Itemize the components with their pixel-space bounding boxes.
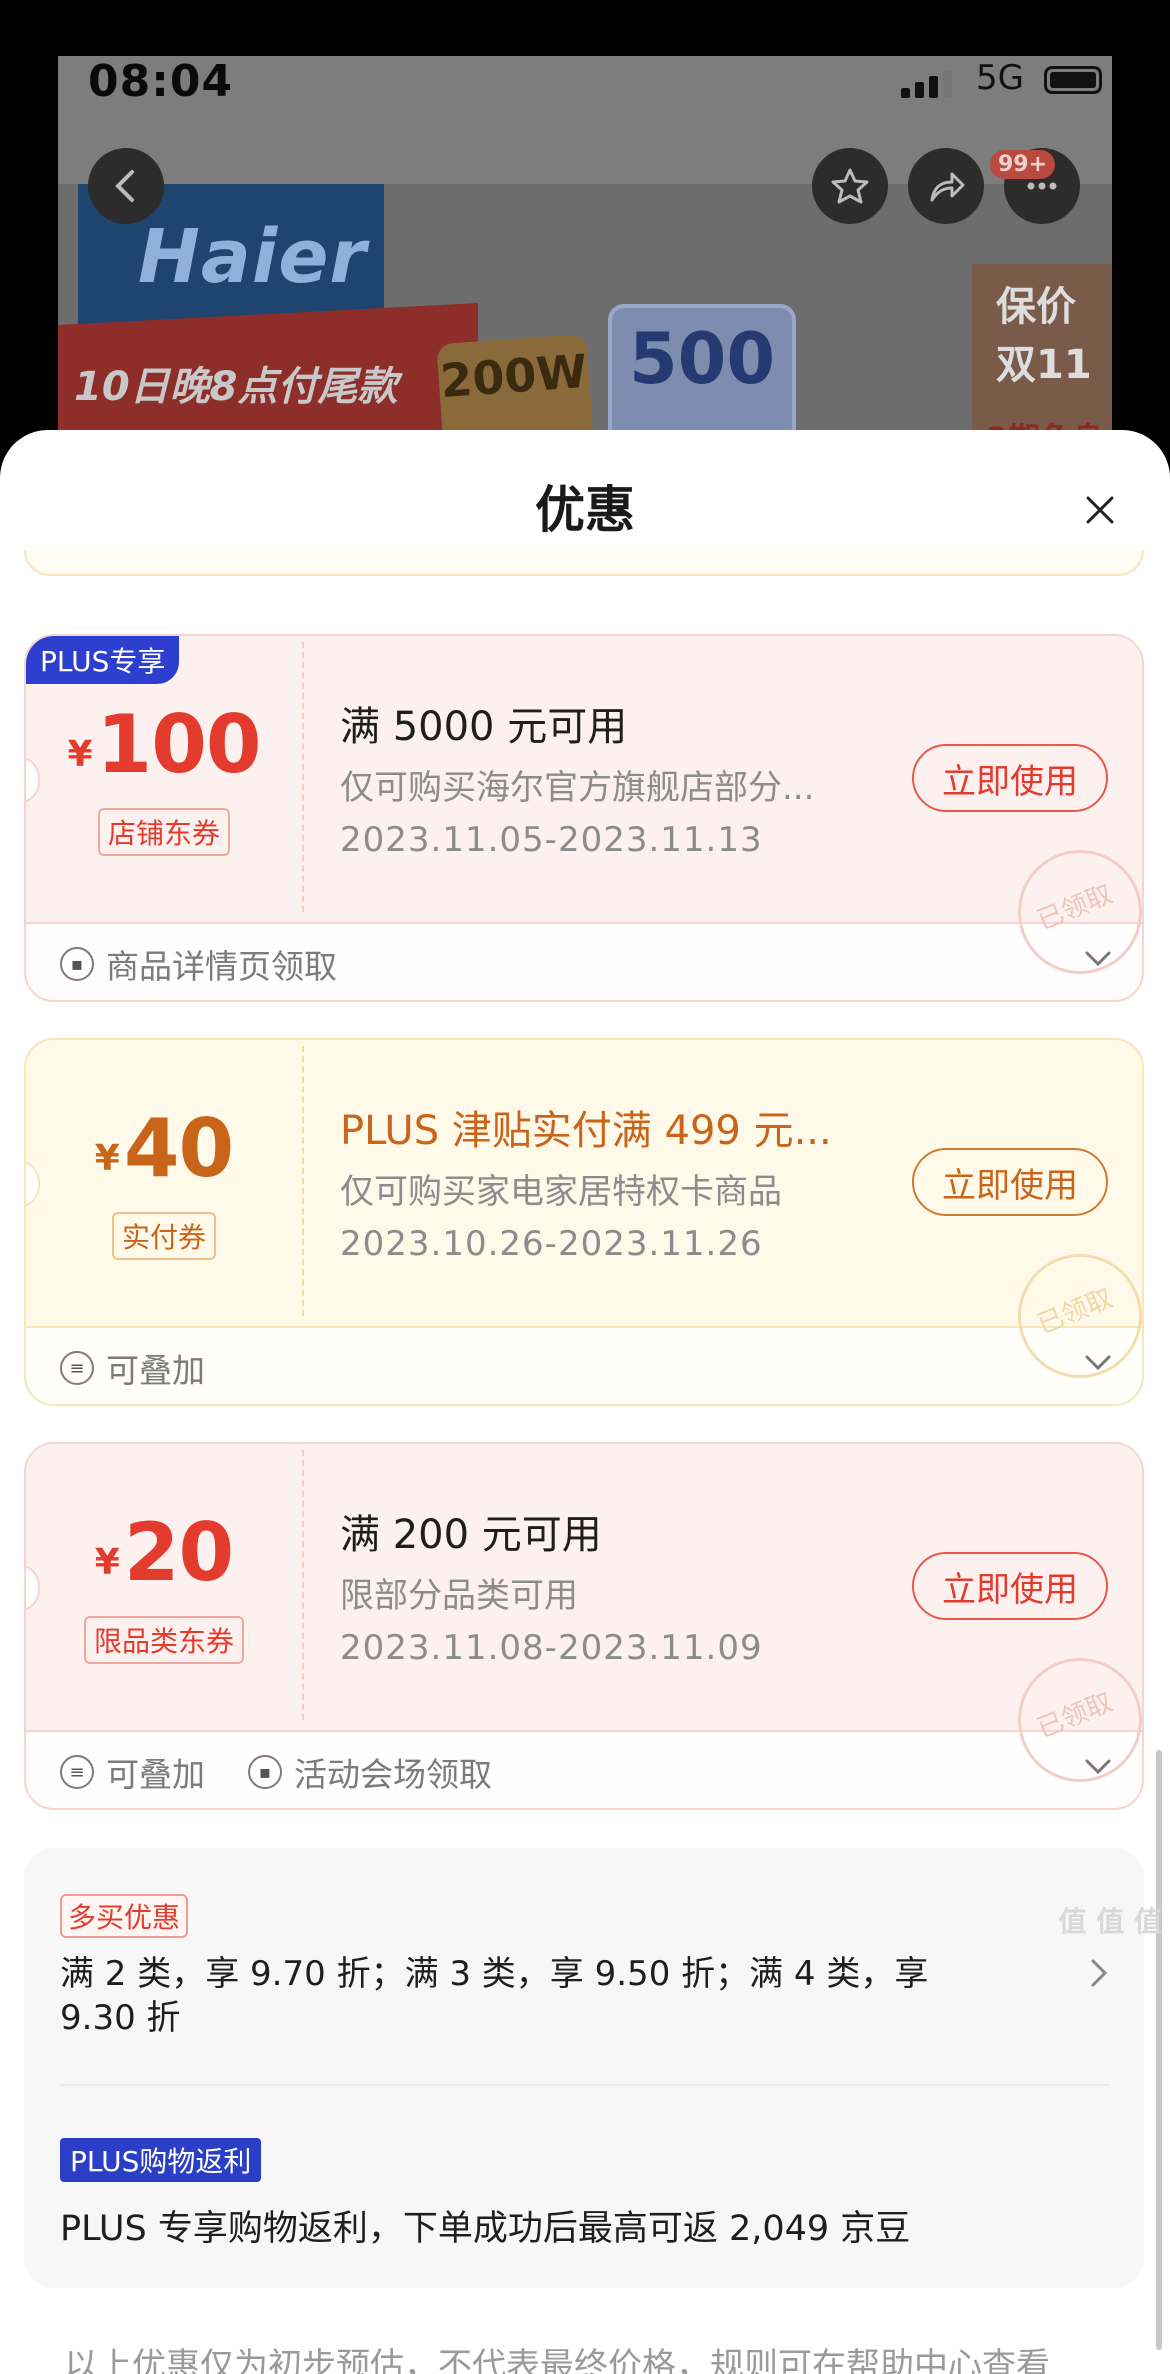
coupon-title: 满 200 元可用	[340, 1512, 602, 1558]
coupon-title: 满 5000 元可用	[340, 704, 628, 750]
plus-rebate-tag: PLUS购物返利	[60, 2138, 262, 2182]
coupon-card: ¥20 限品类东券 满 200 元可用 限部分品类可用 2023.11.08-2…	[24, 1442, 1144, 1810]
previous-coupon-edge	[24, 550, 1144, 576]
promo-text: 10日晚8点付尾款	[74, 364, 398, 410]
use-now-button[interactable]: 立即使用	[912, 1552, 1108, 1620]
coupon-amount: ¥40	[26, 1102, 302, 1195]
multi-buy-tag: 多买优惠	[60, 1894, 189, 1938]
promo-badge-500-label: 500	[628, 318, 776, 400]
promo-right-top: 保价双11	[996, 284, 1092, 388]
plus-exclusive-tag: PLUS专享	[26, 636, 180, 684]
currency-symbol: ¥	[94, 1542, 120, 1583]
coupon-footer[interactable]: ≡ 可叠加	[26, 1326, 1142, 1404]
currency-symbol: ¥	[67, 734, 93, 775]
coupon-footer-label: 可叠加	[106, 1755, 205, 1794]
coupon-value: 100	[96, 698, 262, 791]
use-now-button[interactable]: 立即使用	[912, 1148, 1108, 1216]
coupon-body: ¥100 店铺东券 满 5000 元可用 仅可购买海尔官方旗舰店部分... 20…	[26, 636, 1142, 974]
discount-sheet: 优惠 ¥100 店铺东券 满 5000 元可用 仅可购买海尔官方旗舰店部分...…	[0, 430, 1170, 2374]
chevron-right-icon[interactable]	[1090, 1958, 1108, 1988]
coupon-footer-item: ≡ 可叠加	[60, 1344, 205, 1392]
disclaimer-text: 以上优惠仅为初步预估，不代表最终价格，规则可在帮助中心查看	[64, 2346, 1050, 2374]
brand-logo: Haier	[138, 214, 367, 300]
close-icon[interactable]	[1082, 492, 1118, 528]
coupon-type: 限品类东券	[26, 1616, 302, 1664]
favorite-button[interactable]	[812, 148, 888, 224]
star-icon	[831, 168, 869, 204]
ticket-icon: ▪	[248, 1755, 282, 1789]
use-now-button[interactable]: 立即使用	[912, 744, 1108, 812]
promo-badge-200w-label: 200W	[438, 343, 589, 409]
ticket-icon: ▪	[60, 947, 94, 981]
coupon-type: 实付券	[26, 1212, 302, 1260]
share-icon	[930, 172, 965, 202]
coupon-type: 店铺东券	[26, 808, 302, 856]
network-label: 5G	[976, 58, 1024, 98]
coupon-footer-label: 可叠加	[106, 1351, 205, 1390]
coupon-type-label: 限品类东券	[83, 1616, 244, 1664]
coupon-footer-label: 活动会场领取	[294, 1755, 492, 1794]
status-bar: 08:04 5G	[58, 56, 1112, 126]
scrollbar[interactable]	[1156, 1750, 1162, 2350]
coupon-type-label: 店铺东券	[97, 808, 230, 856]
coupon-footer-item: ▪ 活动会场领取	[248, 1748, 492, 1796]
coupon-body: ¥40 实付券 PLUS 津贴实付满 499 元... 仅可购买家电家居特权卡商…	[26, 1040, 1142, 1378]
coupon-card: ¥40 实付券 PLUS 津贴实付满 499 元... 仅可购买家电家居特权卡商…	[24, 1038, 1144, 1406]
product-page-background: 08:04 5G Haier 10日晚8点付尾款 200W 500 保价双11 …	[58, 56, 1112, 456]
currency-symbol: ¥	[94, 1138, 120, 1179]
stack-icon: ≡	[60, 1755, 94, 1789]
coupon-amount: ¥100	[26, 698, 302, 791]
coupon-card: ¥100 店铺东券 满 5000 元可用 仅可购买海尔官方旗舰店部分... 20…	[24, 634, 1144, 1002]
chevron-down-icon[interactable]	[1084, 1758, 1112, 1776]
coupon-description: 限部分品类可用	[340, 1576, 578, 1616]
coupon-title: PLUS 津贴实付满 499 元...	[340, 1108, 832, 1154]
watermark: 值 值 值	[1058, 1905, 1163, 1938]
coupon-body: ¥20 限品类东券 满 200 元可用 限部分品类可用 2023.11.08-2…	[26, 1444, 1142, 1782]
signal-icon	[901, 70, 952, 98]
notification-badge: 99+	[990, 150, 1056, 179]
multi-buy-text[interactable]: 满 2 类，享 9.70 折；满 3 类，享 9.50 折；满 4 类，享 9.…	[60, 1952, 960, 2040]
coupon-divider	[302, 642, 304, 912]
coupon-divider	[302, 1450, 304, 1720]
coupon-footer-label: 商品详情页领取	[106, 947, 337, 986]
share-button[interactable]	[908, 148, 984, 224]
product-banner: Haier 10日晚8点付尾款 200W 500 保价双11 3期免息	[58, 184, 1112, 456]
coupon-footer[interactable]: ▪ 商品详情页领取	[26, 922, 1142, 1000]
chevron-down-icon[interactable]	[1084, 1354, 1112, 1372]
coupon-date: 2023.11.08-2023.11.09	[340, 1628, 763, 1668]
chevron-down-icon[interactable]	[1084, 950, 1112, 968]
coupon-footer-item: ▪ 商品详情页领取	[60, 940, 337, 988]
chevron-left-icon	[115, 170, 134, 202]
sheet-title: 优惠	[535, 481, 635, 539]
back-button[interactable]	[88, 148, 164, 224]
coupon-description: 仅可购买海尔官方旗舰店部分...	[340, 768, 815, 808]
coupon-footer[interactable]: ≡ 可叠加 ▪ 活动会场领取	[26, 1730, 1142, 1808]
coupon-description: 仅可购买家电家居特权卡商品	[340, 1172, 782, 1212]
promo-price-protect: 保价双11 3期免息	[972, 264, 1112, 456]
coupon-value: 20	[123, 1506, 234, 1599]
battery-icon	[1044, 66, 1102, 94]
coupon-date: 2023.11.05-2023.11.13	[340, 820, 763, 860]
coupon-amount: ¥20	[26, 1506, 302, 1599]
plus-rebate-text: PLUS 专享购物返利，下单成功后最高可返 2,049 京豆	[60, 2209, 911, 2249]
stack-icon: ≡	[60, 1351, 94, 1385]
divider	[60, 2084, 1110, 2086]
coupon-divider	[302, 1046, 304, 1316]
coupon-date: 2023.10.26-2023.11.26	[340, 1224, 763, 1264]
coupon-footer-item: ≡ 可叠加	[60, 1748, 205, 1796]
coupon-value: 40	[123, 1102, 234, 1195]
status-time: 08:04	[88, 56, 234, 107]
promotion-info-card: 多买优惠 满 2 类，享 9.70 折；满 3 类，享 9.50 折；满 4 类…	[24, 1848, 1144, 2288]
coupon-type-label: 实付券	[111, 1212, 216, 1260]
